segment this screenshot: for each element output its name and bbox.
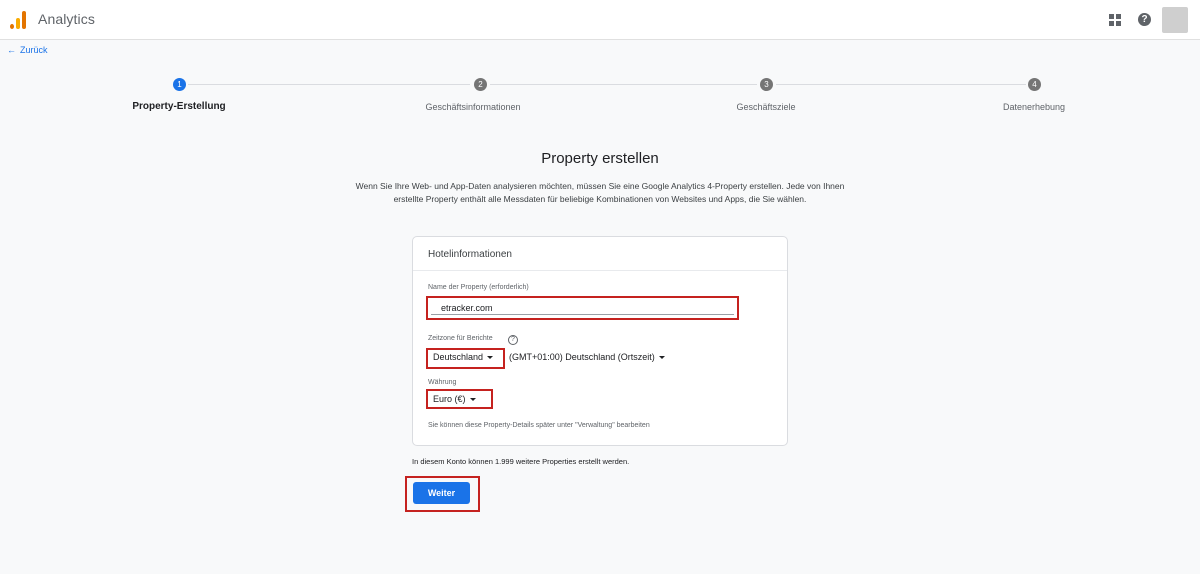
card-note: Sie können diese Property-Details später… <box>428 422 650 429</box>
stepper-connector <box>188 84 470 85</box>
page-title: Property erstellen <box>541 150 659 167</box>
dropdown-caret-icon <box>658 356 665 360</box>
help-icon[interactable]: ? <box>1138 13 1151 26</box>
timezone-value: (GMT+01:00) Deutschland (Ortszeit) <box>509 352 655 362</box>
help-circle-icon[interactable]: ? <box>508 335 518 345</box>
step-3-label: Geschäftsziele <box>736 102 796 112</box>
timezone-country-select[interactable]: Deutschland <box>433 352 494 362</box>
property-details-card: Hotelinformationen Name der Property (er… <box>412 236 788 446</box>
stepper-connector <box>490 84 757 85</box>
dropdown-caret-icon <box>487 356 494 360</box>
step-2-indicator: 2 <box>474 78 487 91</box>
step-4-label: Datenerhebung <box>1002 102 1066 112</box>
analytics-logo-icon[interactable] <box>10 11 26 29</box>
stepper-connector <box>776 84 1026 85</box>
step-3-indicator: 3 <box>760 78 773 91</box>
back-link[interactable]: ← Zurück <box>7 45 48 55</box>
currency-label: Währung <box>428 379 457 386</box>
apps-grid-icon[interactable] <box>1109 14 1121 26</box>
currency-value: Euro (€) <box>433 394 466 404</box>
step-1-indicator: 1 <box>173 78 186 91</box>
step-2-label: Geschäftsinformationen <box>425 102 521 112</box>
step-4-indicator: 4 <box>1028 78 1041 91</box>
quota-text: In diesem Konto können 1.999 weitere Pro… <box>412 457 630 466</box>
back-link-label: Zurück <box>20 45 48 55</box>
property-name-input[interactable]: etracker.com <box>426 296 739 320</box>
card-header: Hotelinformationen <box>413 237 787 271</box>
avatar[interactable] <box>1162 7 1188 33</box>
timezone-select[interactable]: (GMT+01:00) Deutschland (Ortszeit) <box>509 352 665 362</box>
property-name-value: etracker.com <box>441 303 493 313</box>
step-1-label: Property-Erstellung <box>132 101 226 112</box>
dropdown-caret-icon <box>469 398 476 402</box>
card-title: Hotelinformationen <box>428 249 512 260</box>
next-button[interactable]: Weiter <box>413 482 470 504</box>
app-title[interactable]: Analytics <box>38 11 95 27</box>
timezone-country-value: Deutschland <box>433 352 484 362</box>
page-description: Wenn Sie Ihre Web- und App-Daten analysi… <box>355 181 845 204</box>
timezone-label: Zeitzone für Berichte <box>428 335 493 342</box>
arrow-left-icon: ← <box>7 45 16 55</box>
currency-select[interactable]: Euro (€) <box>433 394 476 404</box>
top-app-bar: Analytics ? <box>0 0 1200 40</box>
property-name-label: Name der Property (erforderlich) <box>428 284 529 291</box>
